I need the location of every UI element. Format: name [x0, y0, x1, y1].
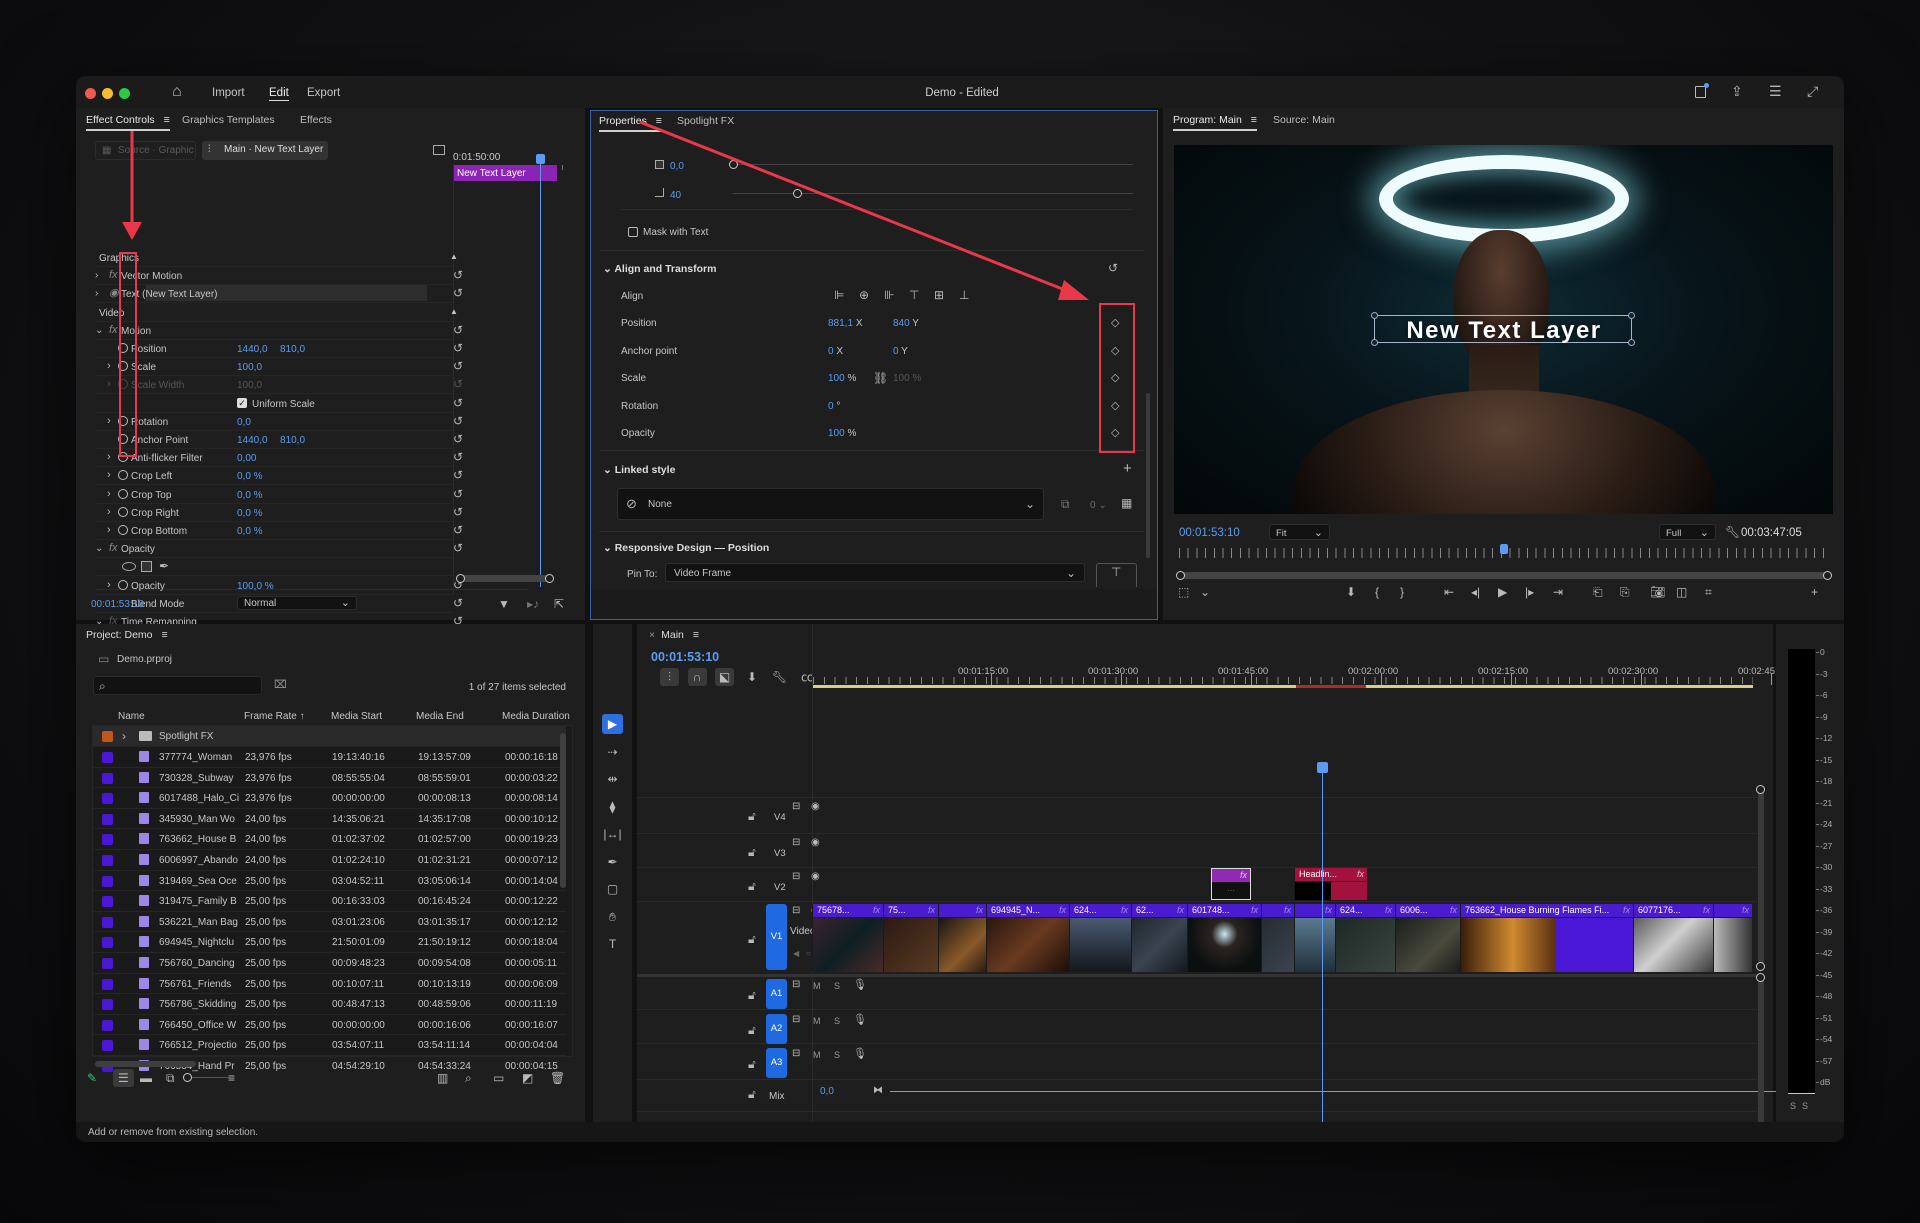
annotation-arrowhead-2 [1058, 280, 1089, 300]
annotation-box-2 [1099, 303, 1135, 453]
annotation-arrow-2 [639, 120, 1071, 294]
annotation-arrowhead-1 [122, 222, 142, 240]
annotation-box-1 [119, 252, 137, 457]
annotation-overlay [119, 120, 1135, 457]
